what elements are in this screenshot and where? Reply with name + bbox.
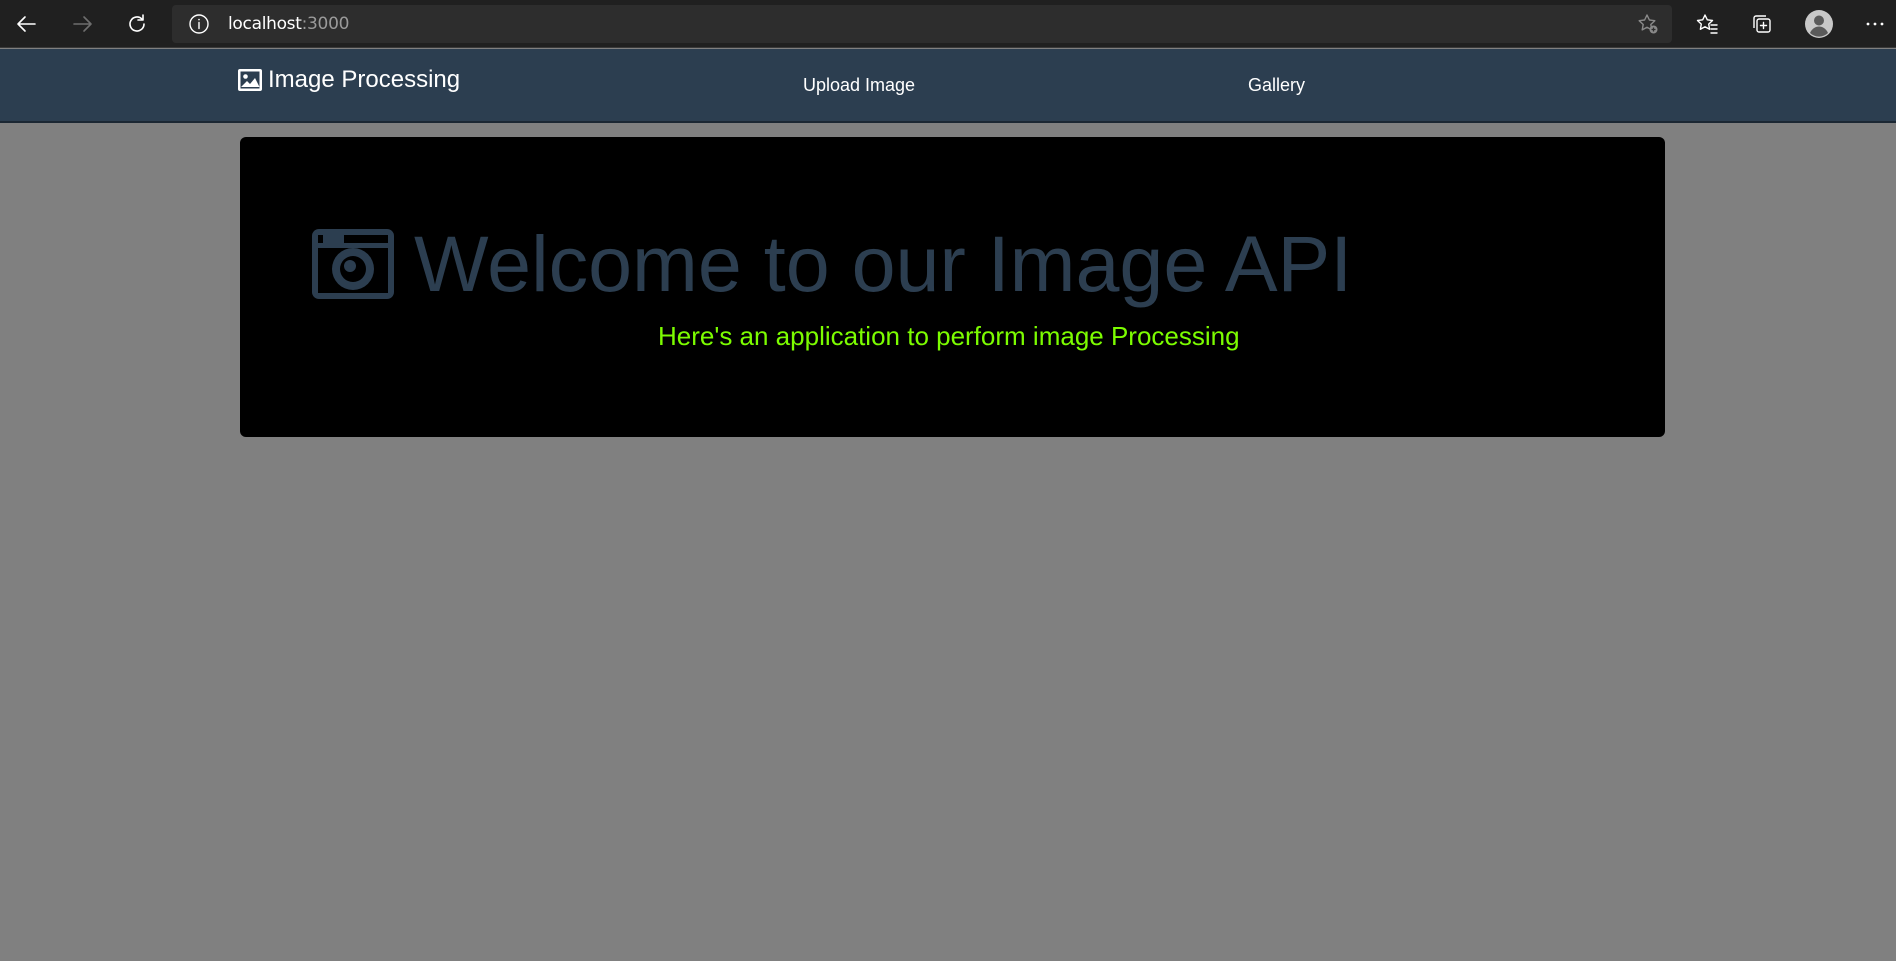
hero-banner: Welcome to our Image API Here's an appli… (240, 137, 1665, 437)
nav-link-upload-image[interactable]: Upload Image (803, 75, 915, 96)
arrow-left-icon (17, 16, 36, 32)
favorites-icon (1696, 14, 1718, 34)
brand-link[interactable]: Image Processing (238, 66, 460, 94)
browser-toolbar: localhost:3000 (0, 0, 1896, 48)
url-text: localhost:3000 (228, 14, 349, 34)
brand-label: Image Processing (268, 66, 461, 93)
more-options-button[interactable] (1858, 8, 1892, 40)
hero-title-row: Welcome to our Image API (312, 219, 1352, 309)
info-icon[interactable] (188, 13, 210, 35)
refresh-button[interactable] (118, 8, 156, 40)
nav-link-gallery[interactable]: Gallery (1248, 75, 1305, 96)
more-horizontal-icon (1866, 22, 1884, 26)
app-navbar: Image Processing Upload Image Gallery (0, 49, 1896, 123)
collections-icon (1753, 15, 1771, 33)
address-bar[interactable]: localhost:3000 (172, 5, 1672, 43)
hero-subtitle: Here's an application to perform image P… (658, 321, 1240, 351)
image-icon (238, 69, 262, 91)
url-port: :3000 (301, 14, 350, 34)
back-button[interactable] (8, 8, 46, 40)
forward-button[interactable] (63, 8, 101, 40)
refresh-icon (129, 14, 145, 32)
collections-button[interactable] (1745, 8, 1779, 40)
camera-icon (312, 229, 394, 299)
arrow-right-icon (73, 16, 92, 32)
hero-title: Welcome to our Image API (414, 219, 1353, 308)
add-favorite-icon[interactable] (1636, 12, 1660, 36)
url-host: localhost (228, 14, 302, 34)
avatar-icon (1805, 10, 1833, 38)
favorites-button[interactable] (1690, 8, 1724, 40)
profile-button[interactable] (1802, 8, 1836, 40)
